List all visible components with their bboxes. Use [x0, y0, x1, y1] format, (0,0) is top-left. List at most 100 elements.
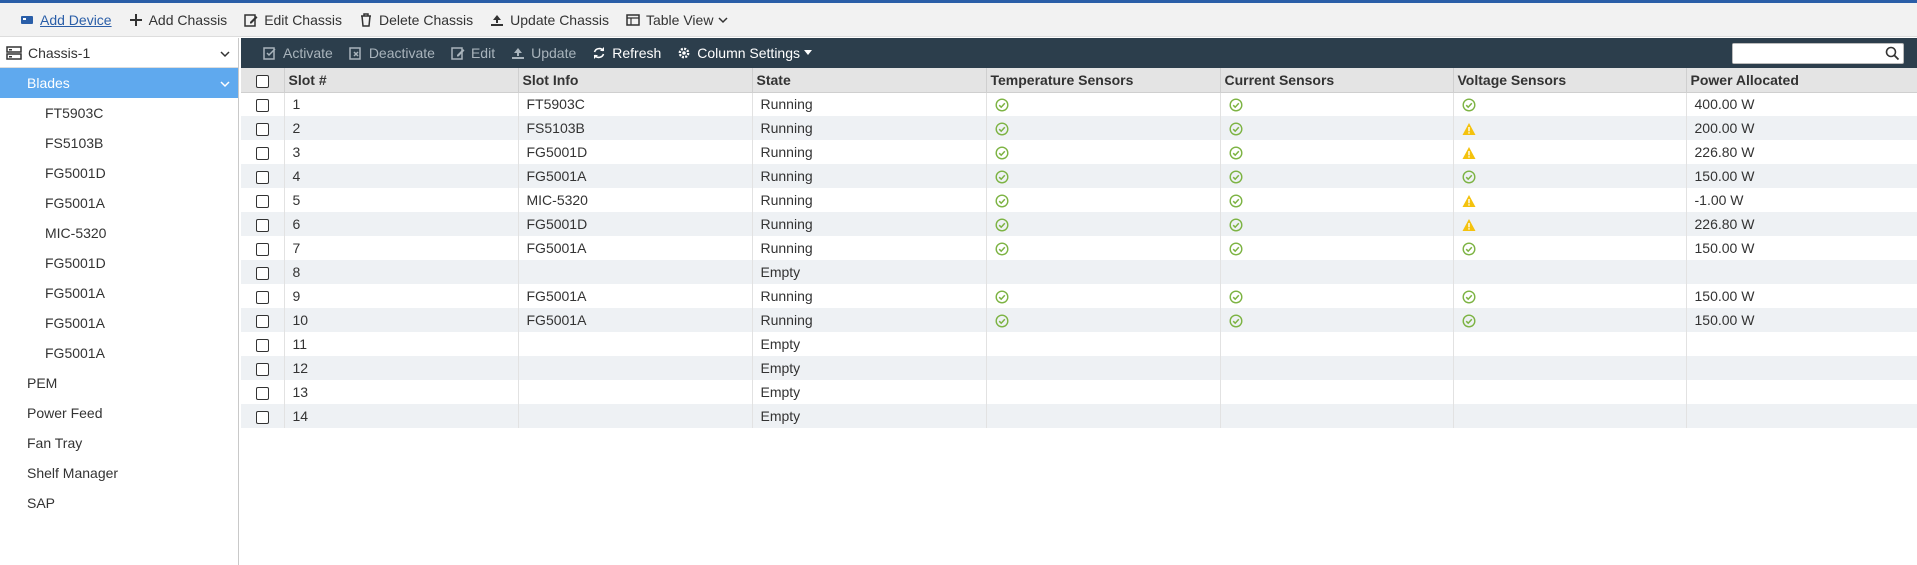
row-checkbox[interactable] — [255, 170, 269, 184]
current-sensor-cell — [1220, 260, 1454, 284]
column-header-current-sensors[interactable]: Current Sensors — [1220, 68, 1454, 93]
delete-chassis-button[interactable]: Delete Chassis — [359, 12, 473, 28]
row-checkbox[interactable] — [255, 338, 269, 352]
edit-chassis-button[interactable]: Edit Chassis — [244, 12, 342, 28]
table-view-dropdown[interactable]: Table View — [626, 12, 728, 28]
table-row[interactable]: 10 FG5001A Running 150.00 W — [241, 308, 1917, 332]
row-checkbox[interactable] — [255, 314, 269, 328]
voltage-sensor-cell — [1453, 380, 1687, 404]
tree-item-power-feed[interactable]: Power Feed — [0, 398, 238, 428]
column-header-state[interactable]: State — [752, 68, 987, 93]
row-checkbox[interactable] — [255, 410, 269, 424]
row-checkbox[interactable] — [255, 386, 269, 400]
check-circle-icon — [1228, 122, 1243, 136]
chevron-down-icon[interactable] — [220, 45, 230, 61]
row-select-cell — [241, 284, 285, 308]
tree-item-pem[interactable]: PEM — [0, 368, 238, 398]
current-sensor-cell — [1220, 116, 1454, 140]
tree-item-blade[interactable]: FT5903C — [0, 98, 238, 128]
current-sensor-cell — [1220, 308, 1454, 332]
table-row[interactable]: 1 FT5903C Running 400.00 W — [241, 92, 1917, 116]
state-cell: Running — [752, 164, 987, 188]
column-settings-dropdown[interactable]: Column Settings — [677, 45, 812, 61]
table-row[interactable]: 5 MIC-5320 Running -1.00 W — [241, 188, 1917, 212]
power-allocated-cell — [1686, 356, 1917, 380]
column-header-temperature-sensors[interactable]: Temperature Sensors — [986, 68, 1221, 93]
row-checkbox[interactable] — [255, 122, 269, 136]
state-cell: Running — [752, 116, 987, 140]
state-cell: Running — [752, 212, 987, 236]
warning-icon — [1462, 218, 1476, 232]
select-all-checkbox[interactable] — [255, 74, 269, 88]
add-device-button[interactable]: Add Device — [20, 12, 112, 28]
caret-down-icon — [804, 50, 812, 56]
row-checkbox[interactable] — [255, 146, 269, 160]
column-header-voltage-sensors[interactable]: Voltage Sensors — [1453, 68, 1687, 93]
voltage-sensor-cell — [1453, 356, 1687, 380]
tree-item-label: PEM — [27, 375, 58, 391]
table-row[interactable]: 12 Empty — [241, 356, 1917, 380]
table-row[interactable]: 13 Empty — [241, 380, 1917, 404]
tree-item-label: FG5001A — [45, 195, 105, 211]
chevron-down-icon[interactable] — [220, 75, 230, 91]
tree-item-blade[interactable]: FG5001A — [0, 308, 238, 338]
update-chassis-button[interactable]: Update Chassis — [490, 12, 609, 28]
refresh-button[interactable]: Refresh — [592, 45, 661, 61]
activate-button[interactable]: Activate — [263, 45, 333, 61]
table-row[interactable]: 2 FS5103B Running 200.00 W — [241, 116, 1917, 140]
search-box[interactable] — [1732, 43, 1904, 64]
tree-item-label: FS5103B — [45, 135, 104, 151]
search-input[interactable] — [1733, 44, 1883, 63]
main-panel: Activate Deactivate Edit Update Refresh … — [241, 38, 1917, 565]
table-row[interactable]: 9 FG5001A Running 150.00 W — [241, 284, 1917, 308]
tree-item-blades[interactable]: Blades — [0, 68, 238, 98]
tree-item-blade[interactable]: MIC-5320 — [0, 218, 238, 248]
add-chassis-button[interactable]: Add Chassis — [129, 12, 227, 28]
tree-item-blade[interactable]: FS5103B — [0, 128, 238, 158]
tree-item-fan-tray[interactable]: Fan Tray — [0, 428, 238, 458]
table-row[interactable]: 6 FG5001D Running 226.80 W — [241, 212, 1917, 236]
tree-item-blade[interactable]: FG5001A — [0, 278, 238, 308]
warning-icon — [1462, 194, 1476, 208]
tree-item-shelf-manager[interactable]: Shelf Manager — [0, 458, 238, 488]
activate-label: Activate — [283, 45, 333, 61]
voltage-sensor-cell — [1453, 92, 1687, 116]
slot-info-cell: FG5001A — [518, 308, 753, 332]
deactivate-button[interactable]: Deactivate — [349, 45, 435, 61]
refresh-label: Refresh — [612, 45, 662, 61]
chassis-tree-sidebar: Chassis-1 Blades FT5903C FS5103B FG5001D FG… — [0, 38, 239, 565]
tree-item-blade[interactable]: FG5001D — [0, 158, 238, 188]
check-circle-icon — [994, 290, 1009, 304]
power-allocated-cell: 200.00 W — [1686, 116, 1917, 140]
column-header-power-allocated[interactable]: Power Allocated — [1686, 68, 1917, 93]
tree-item-blade[interactable]: FG5001D — [0, 248, 238, 278]
column-header-slot-info[interactable]: Slot Info — [518, 68, 753, 93]
tree-root-chassis[interactable]: Chassis-1 — [0, 38, 238, 68]
add-device-label: Add Device — [40, 11, 112, 28]
row-checkbox[interactable] — [255, 362, 269, 376]
slot-info-cell: FT5903C — [518, 92, 753, 116]
update-icon — [511, 46, 525, 60]
table-row[interactable]: 11 Empty — [241, 332, 1917, 356]
row-checkbox[interactable] — [255, 218, 269, 232]
tree-item-sap[interactable]: SAP — [0, 488, 238, 518]
update-button[interactable]: Update — [511, 45, 576, 61]
check-circle-icon — [1228, 242, 1243, 256]
tree-item-blade[interactable]: FG5001A — [0, 188, 238, 218]
row-checkbox[interactable] — [255, 266, 269, 280]
row-checkbox[interactable] — [255, 99, 269, 113]
table-row[interactable]: 3 FG5001D Running 226.80 W — [241, 140, 1917, 164]
column-header-slot[interactable]: Slot # — [284, 68, 519, 93]
search-icon[interactable] — [1885, 46, 1900, 61]
edit-button[interactable]: Edit — [451, 45, 495, 61]
edit-icon — [244, 13, 258, 27]
table-row[interactable]: 14 Empty — [241, 404, 1917, 428]
row-checkbox[interactable] — [255, 242, 269, 256]
row-checkbox[interactable] — [255, 194, 269, 208]
row-checkbox[interactable] — [255, 290, 269, 304]
tree-item-blade[interactable]: FG5001A — [0, 338, 238, 368]
tree-item-label: FG5001D — [45, 165, 106, 181]
table-row[interactable]: 7 FG5001A Running 150.00 W — [241, 236, 1917, 260]
table-row[interactable]: 4 FG5001A Running 150.00 W — [241, 164, 1917, 188]
table-row[interactable]: 8 Empty — [241, 260, 1917, 284]
